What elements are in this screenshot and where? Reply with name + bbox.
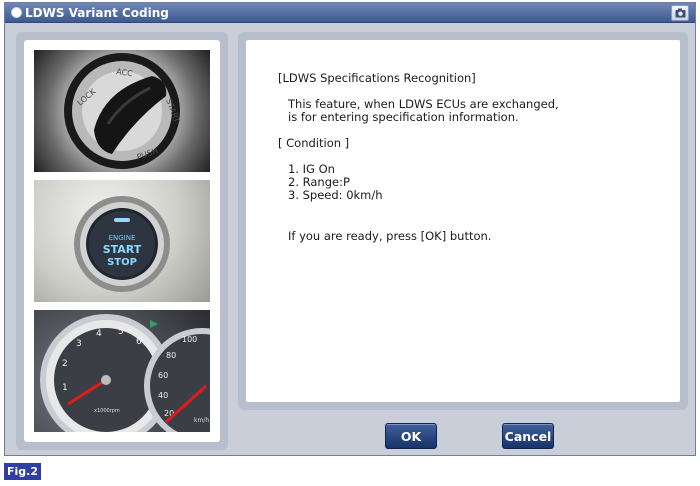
camera-icon (675, 8, 686, 18)
message-panel: [LDWS Specifications Recognition] This f… (238, 32, 688, 410)
spec-recognition-heading: [LDWS Specifications Recognition] (278, 71, 476, 85)
speed-number-100: 100 (182, 335, 197, 344)
title-bar: LDWS Variant Coding (5, 3, 695, 23)
window-app-icon (11, 7, 22, 18)
tach-number-3: 3 (76, 339, 82, 349)
engine-start-button-photo: ENGINE START STOP (34, 180, 210, 302)
figure-label: Fig.2 (4, 463, 41, 480)
speed-number-80: 80 (166, 351, 176, 360)
speed-unit: km/h (194, 417, 209, 424)
description-line-2: is for entering specification informatio… (288, 110, 519, 124)
ok-button[interactable]: OK (385, 423, 437, 449)
tach-unit: x1000rpm (94, 408, 120, 414)
cancel-button[interactable]: Cancel (502, 423, 554, 449)
window-title: LDWS Variant Coding (25, 6, 169, 20)
start-button-label-stop: STOP (107, 257, 137, 268)
ignition-key-photo: LOCK ACC START PUSH (34, 50, 210, 172)
start-button-label-start: START (103, 243, 142, 256)
ldws-variant-coding-window: LDWS Variant Coding LOCK ACC START PUSH (4, 2, 696, 456)
camera-button[interactable] (671, 5, 689, 21)
speed-number-60: 60 (158, 371, 168, 380)
tach-number-6: 6 (136, 337, 142, 347)
tach-number-5: 5 (118, 327, 124, 337)
condition-item-speed: 3. Speed: 0km/h (288, 188, 383, 202)
message-area: [LDWS Specifications Recognition] This f… (246, 40, 680, 402)
illustration-panel: LOCK ACC START PUSH ENGINE START STOP 1 … (16, 32, 228, 450)
illustration-area: LOCK ACC START PUSH ENGINE START STOP 1 … (24, 40, 220, 442)
speed-number-40: 40 (158, 391, 168, 400)
start-button-label-engine: ENGINE (109, 234, 136, 242)
ready-prompt: If you are ready, press [OK] button. (288, 229, 492, 243)
tach-number-4: 4 (96, 329, 102, 339)
tach-number-1: 1 (62, 383, 68, 393)
tach-number-2: 2 (62, 359, 68, 369)
condition-heading: [ Condition ] (278, 136, 350, 150)
instrument-cluster-photo: 1 2 3 4 5 6 x1000rpm 20 40 60 80 100 km/… (34, 310, 210, 432)
